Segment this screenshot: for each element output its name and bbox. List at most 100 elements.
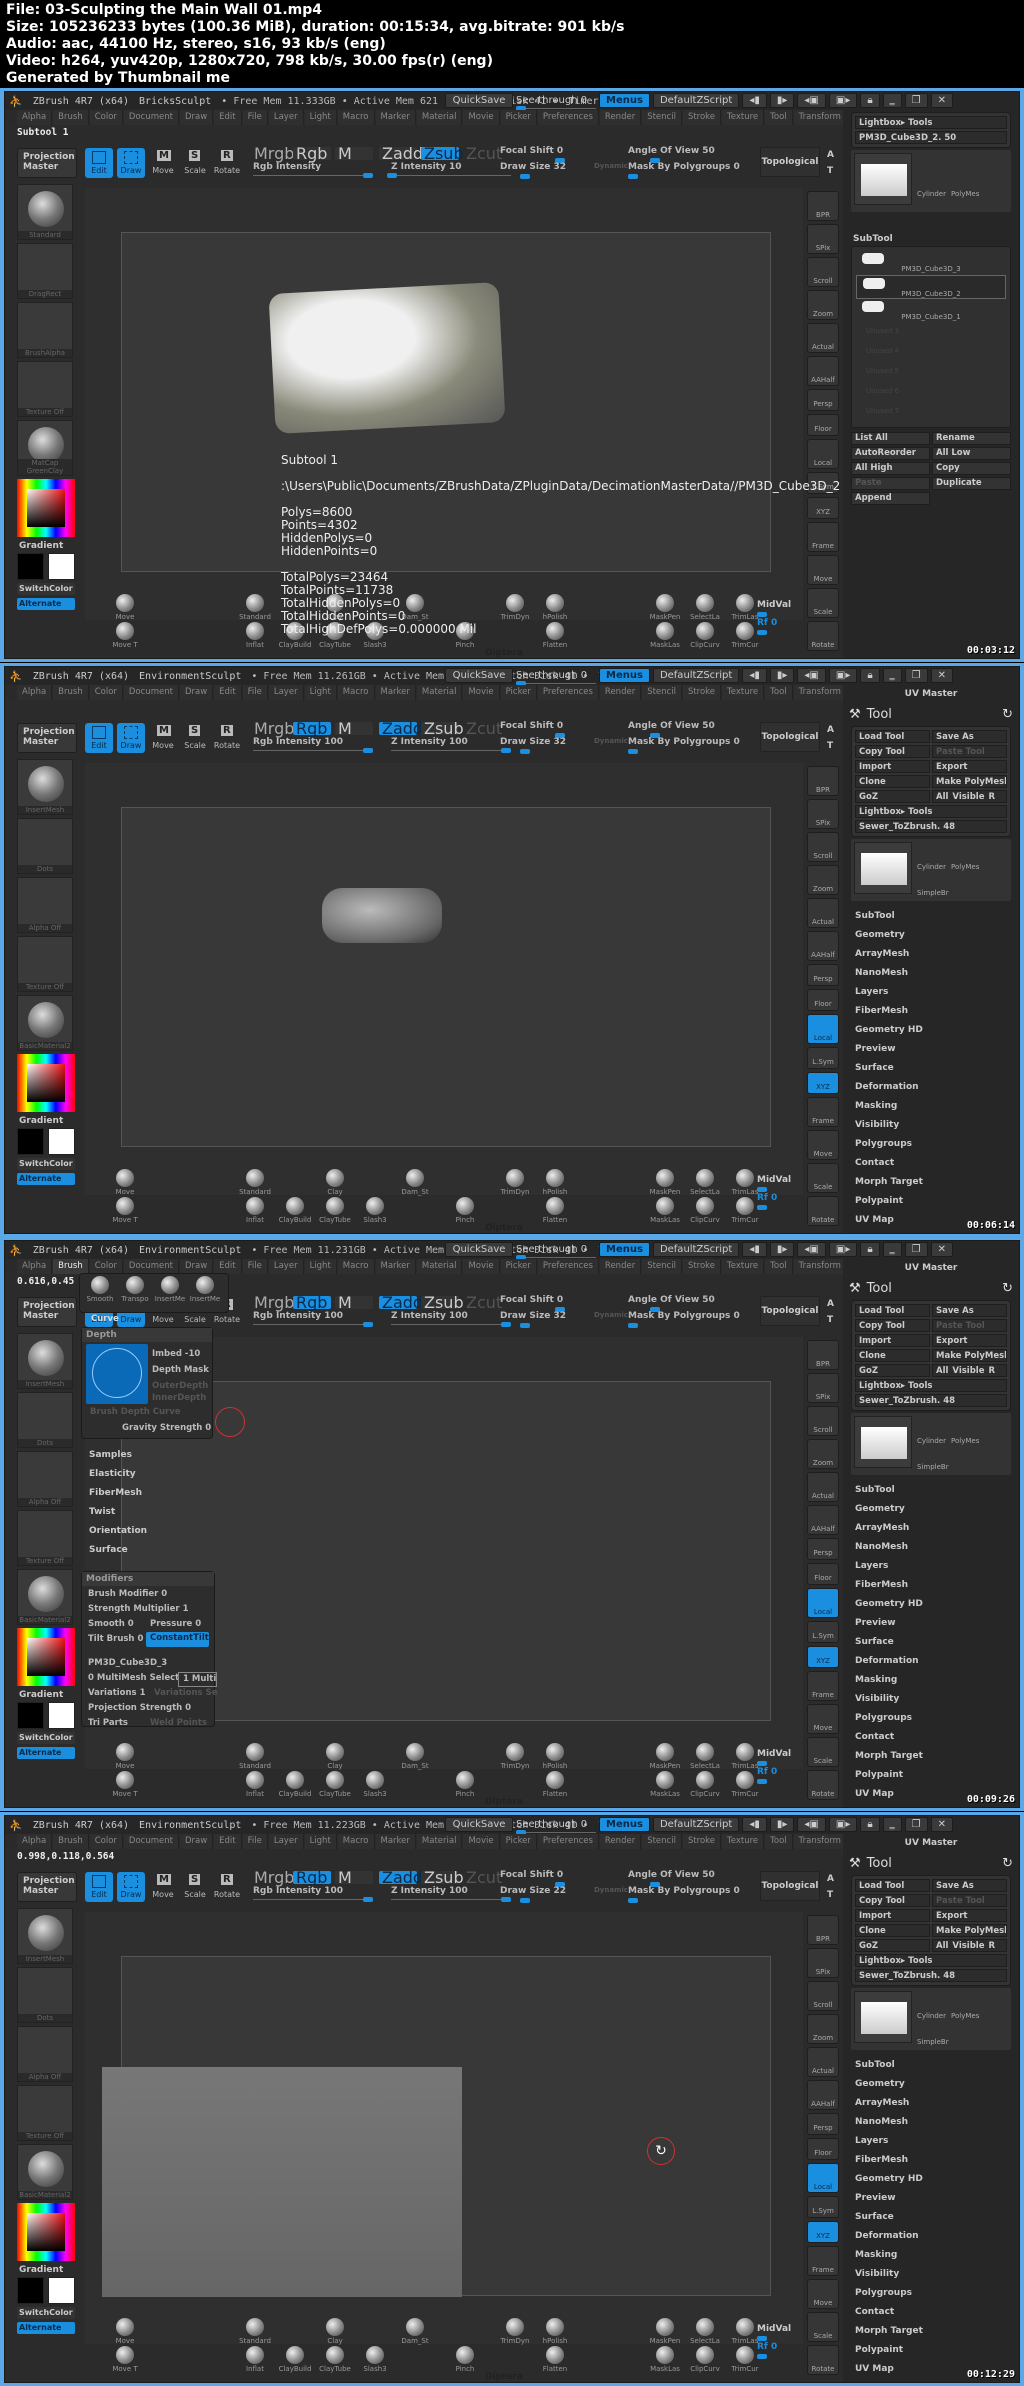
menu-macro[interactable]: Macro bbox=[337, 1259, 375, 1274]
restore-icon[interactable]: ❐ bbox=[904, 1817, 928, 1832]
brush-movet[interactable]: Move T bbox=[105, 1771, 145, 1798]
polymesh-tool[interactable]: PolyMes bbox=[951, 2012, 979, 2020]
modifier-tilt-brush[interactable]: Tilt Brush 0 bbox=[84, 1633, 143, 1648]
menu-picker[interactable]: Picker bbox=[500, 110, 537, 125]
alpha-thumb[interactable]: Alpha Off bbox=[17, 877, 73, 933]
subtool-item[interactable]: PM3D_Cube3D_2 bbox=[856, 275, 1006, 299]
brush-maskpen[interactable]: MaskPen bbox=[645, 1169, 685, 1196]
tool-clone-button[interactable]: Clone bbox=[855, 1349, 930, 1362]
menu-material[interactable]: Material bbox=[416, 1834, 463, 1849]
shelf-local-button[interactable]: Local bbox=[807, 1588, 839, 1618]
shelf-spix-button[interactable]: SPix bbox=[807, 799, 839, 829]
shelf-spix-button[interactable]: SPix bbox=[807, 1373, 839, 1403]
shelf-move-button[interactable]: Move bbox=[807, 2279, 839, 2309]
shelf-floor-button[interactable]: Floor bbox=[807, 414, 839, 436]
modifier-multimesh-select[interactable]: 0 MultiMesh Select bbox=[84, 1672, 179, 1687]
brush-section-fibermesh[interactable]: FiberMesh bbox=[85, 1484, 215, 1503]
see-through-slider[interactable]: See-through 0 bbox=[516, 1819, 596, 1835]
polymesh-tool[interactable]: PolyMes bbox=[951, 1437, 979, 1445]
dynamic-toggle[interactable]: Dynamic bbox=[594, 737, 628, 745]
shelf-scroll-button[interactable]: Scroll bbox=[807, 1981, 839, 2011]
shelf-bpr-button[interactable]: BPR bbox=[807, 1915, 839, 1945]
rgb-intensity-slider[interactable]: Rgb Intensity bbox=[253, 162, 321, 172]
tool-menu-geometry[interactable]: Geometry bbox=[855, 2075, 1019, 2094]
restore-icon[interactable]: ❐ bbox=[904, 93, 928, 108]
rgb-button[interactable]: Rgb bbox=[293, 1870, 331, 1886]
rf-knob[interactable] bbox=[757, 1779, 767, 1784]
zadd-button[interactable]: Zadd bbox=[379, 1870, 423, 1886]
brush-selectla[interactable]: SelectLa bbox=[685, 2318, 725, 2345]
tool-menu-contact[interactable]: Contact bbox=[855, 2303, 1019, 2322]
menu-edit[interactable]: Edit bbox=[214, 110, 242, 125]
subtool-autoreorder-button[interactable]: AutoReorder bbox=[851, 447, 930, 460]
shelf-actual-button[interactable]: Actual bbox=[807, 323, 839, 353]
tool-make-polymesh3d-button[interactable]: Make PolyMesh3D bbox=[932, 775, 1007, 788]
shelf-floor-button[interactable]: Floor bbox=[807, 2138, 839, 2160]
shelf-persp-button[interactable]: Persp bbox=[807, 2113, 839, 2135]
brush-section-elasticity[interactable]: Elasticity bbox=[85, 1465, 215, 1484]
layout-next-icon[interactable]: ▣▸ bbox=[828, 93, 858, 108]
close-icon[interactable]: ✕ bbox=[930, 1817, 954, 1832]
brush-damst[interactable]: Dam_St bbox=[395, 2318, 435, 2345]
document-area[interactable] bbox=[121, 807, 771, 1147]
shrink-left-icon[interactable]: ◂▮ bbox=[742, 1817, 767, 1832]
brush-hpolish[interactable]: hPolish bbox=[535, 2318, 575, 2345]
tool-menu-visibility[interactable]: Visibility bbox=[855, 2265, 1019, 2284]
brush-clay[interactable]: Clay bbox=[315, 1169, 355, 1196]
primary-color-swatch[interactable] bbox=[17, 1702, 44, 1729]
tool-make-polymesh3d-button[interactable]: Make PolyMesh3D bbox=[932, 1924, 1007, 1937]
rf-knob[interactable] bbox=[757, 1205, 767, 1210]
menu-document[interactable]: Document bbox=[123, 1834, 179, 1849]
reset-icon[interactable]: ↻ bbox=[1002, 1281, 1013, 1296]
mask-by-polygroups-slider[interactable]: Mask By Polygroups 0 bbox=[628, 1311, 740, 1321]
tool-menu-morph-target[interactable]: Morph Target bbox=[855, 2322, 1019, 2341]
menu-stencil[interactable]: Stencil bbox=[642, 1259, 682, 1274]
mask-by-polygroups-knob[interactable] bbox=[628, 749, 638, 754]
brush-clay[interactable]: Clay bbox=[315, 2318, 355, 2345]
draw-size-slider[interactable]: Draw Size 22 bbox=[500, 1886, 566, 1896]
shelf-scale-button[interactable]: Scale bbox=[807, 2312, 839, 2342]
lock-icon[interactable]: 🔒︎ bbox=[860, 1817, 880, 1832]
tool-save-as-button[interactable]: Save As bbox=[932, 1304, 1007, 1317]
shelf-aahalf-button[interactable]: AAHalf bbox=[807, 931, 839, 961]
shrink-left-icon[interactable]: ◂▮ bbox=[742, 668, 767, 683]
menu-texture[interactable]: Texture bbox=[722, 1834, 765, 1849]
edit-button[interactable]: Edit bbox=[85, 723, 113, 753]
secondary-color-swatch[interactable] bbox=[48, 1702, 75, 1729]
tool-menu-surface[interactable]: Surface bbox=[855, 1633, 1019, 1652]
tool-menu-surface[interactable]: Surface bbox=[855, 2208, 1019, 2227]
tool-import-button[interactable]: Import bbox=[855, 1909, 930, 1922]
see-through-slider[interactable]: See-through 0 bbox=[516, 95, 596, 111]
simplebrush-tool[interactable]: SimpleBr bbox=[917, 1463, 949, 1471]
layout-prev-icon[interactable]: ◂▣ bbox=[797, 668, 826, 683]
alternate-button[interactable]: Alternate bbox=[17, 1173, 75, 1185]
m-button[interactable]: M bbox=[335, 1870, 373, 1886]
color-picker[interactable] bbox=[17, 1054, 75, 1112]
shelf-lsym-button[interactable]: L.Sym bbox=[807, 1047, 839, 1069]
subtool-item[interactable]: PM3D_Cube3D_1 bbox=[856, 299, 1006, 323]
brush-claytube[interactable]: ClayTube bbox=[315, 2346, 355, 2373]
zadd-button[interactable]: Zadd bbox=[379, 1295, 423, 1311]
menu-layer[interactable]: Layer bbox=[268, 110, 304, 125]
dynamic-toggle[interactable]: Dynamic bbox=[594, 1311, 628, 1319]
focal-shift-slider[interactable]: Focal Shift 0 bbox=[500, 146, 563, 156]
constant-tilt-button[interactable]: ConstantTilt bbox=[146, 1632, 209, 1647]
tool-menu-geometry-hd[interactable]: Geometry HD bbox=[855, 1021, 1019, 1040]
tool-load-tool-button[interactable]: Load Tool bbox=[855, 730, 930, 743]
menu-transform[interactable]: Transform bbox=[793, 1834, 847, 1849]
switch-color-button[interactable]: SwitchColor bbox=[17, 1158, 75, 1170]
simplebrush-tool[interactable]: SimpleBr bbox=[917, 889, 949, 897]
shelf-spix-button[interactable]: SPix bbox=[807, 224, 839, 254]
shrink-right-icon[interactable]: ▮▸ bbox=[769, 93, 795, 108]
draw-size-slider[interactable]: Draw Size 32 bbox=[500, 1311, 566, 1321]
subtool-item[interactable]: PM3D_Cube3D_3 bbox=[856, 251, 1006, 275]
menu-macro[interactable]: Macro bbox=[337, 685, 375, 700]
zsub-button[interactable]: Zsub bbox=[421, 1295, 464, 1311]
draw-size-knob[interactable] bbox=[520, 1323, 530, 1328]
brush-section-samples[interactable]: Samples bbox=[85, 1446, 215, 1465]
tool-menu-contact[interactable]: Contact bbox=[855, 1154, 1019, 1173]
brush-hpolish[interactable]: hPolish bbox=[535, 1743, 575, 1770]
tool-menu-subtool[interactable]: SubTool bbox=[855, 907, 1019, 926]
menu-edit[interactable]: Edit bbox=[214, 685, 242, 700]
menus-button[interactable]: Menus bbox=[599, 668, 650, 683]
